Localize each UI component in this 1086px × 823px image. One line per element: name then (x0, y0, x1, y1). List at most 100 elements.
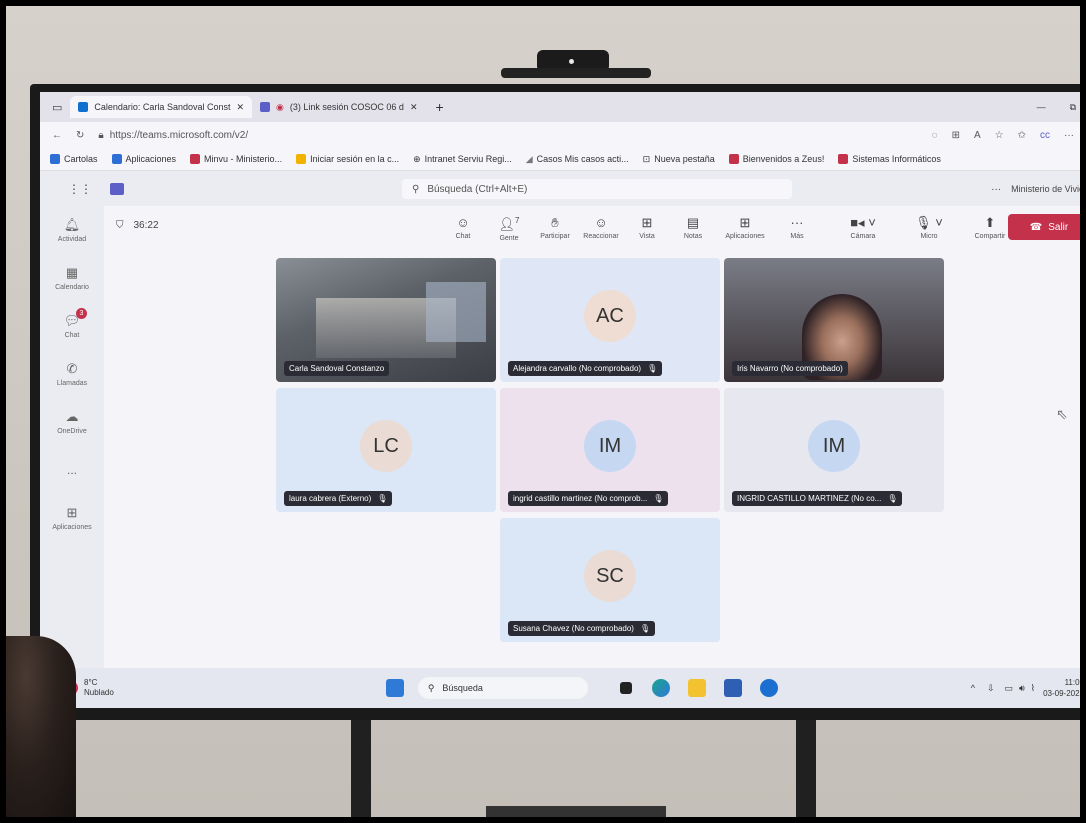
people-button[interactable]: 👤︎7 Gente (486, 214, 532, 241)
view-button[interactable]: ⊞ Vista (624, 215, 670, 241)
favorite-icon[interactable]: ☆ (995, 130, 1004, 141)
outlook-icon[interactable] (759, 679, 778, 697)
tab-calendar[interactable]: Calendario: Carla Sandoval Const ✕ (70, 96, 253, 118)
tab-teams[interactable]: ◉ (3) Link sesión COSOC 06 d ✕ (252, 96, 425, 118)
tab-title: Calendario: Carla Sandoval Const (94, 102, 231, 112)
raise-hand-button[interactable]: ✋︎ Participar (532, 216, 578, 241)
rail-more[interactable]: ... (40, 446, 104, 494)
favorites-list-icon[interactable]: ✩ (1018, 130, 1026, 141)
url-field[interactable]: 🔒︎ https://teams.microsoft.com/v2/ (98, 130, 248, 141)
avatar: IM (584, 420, 636, 472)
hangup-icon: ☎︎ (1029, 221, 1043, 233)
search-input[interactable]: ⚲ Búsqueda (Ctrl+Alt+E) (402, 179, 792, 199)
participant-name: laura cabrera (Externo) 🎙︎ (284, 491, 393, 506)
participant-name: Carla Sandoval Constanzo (284, 361, 390, 376)
volume-icon[interactable]: 🔊︎ (1019, 683, 1025, 694)
org-name[interactable]: Ministerio de Vivie (1011, 184, 1080, 194)
bookmark-item[interactable]: Sistemas Informáticos (838, 154, 941, 164)
edge-icon[interactable] (651, 679, 670, 697)
apps-icon[interactable]: ⊞ (952, 130, 960, 141)
display-icon[interactable]: ▭ (1004, 683, 1013, 694)
bookmark-item[interactable]: Iniciar sesión en la c... (296, 154, 399, 164)
back-icon[interactable]: ← (52, 130, 62, 141)
participant-tile[interactable]: IM ingrid castillo martinez (No comprob.… (500, 388, 720, 512)
bookmark-item[interactable]: ◢ Casos Mis casos acti... (526, 154, 629, 165)
participant-tile[interactable]: SC Susana Chavez (No comprobado) 🎙︎ (500, 518, 720, 642)
mic-icon: 🎙︎ ˅ (915, 215, 943, 230)
mic-muted-icon: 🎙︎ (377, 494, 388, 503)
participant-name: Iris Navarro (No comprobado) (732, 361, 848, 376)
rail-calendar[interactable]: ▦ Calendario (40, 254, 104, 302)
taskbar-search[interactable]: ⚲ Búsqueda (417, 677, 588, 699)
window-shape (426, 282, 486, 342)
extension-icon[interactable]: ◌ (932, 130, 938, 141)
store-icon[interactable] (723, 679, 742, 697)
window-menu-icon[interactable]: ▭ (52, 101, 62, 114)
settings-more-icon[interactable]: ··· (991, 184, 1001, 195)
mic-muted-icon: 🎙︎ (647, 364, 658, 373)
newtab-icon: ⊡ (642, 153, 651, 164)
task-view-icon[interactable] (619, 682, 632, 694)
teams-icon (260, 102, 271, 112)
video-tile[interactable]: Carla Sandoval Constanzo (276, 258, 496, 382)
avatar: SC (584, 550, 636, 602)
notes-button[interactable]: ▤ Notas (670, 216, 716, 241)
react-button[interactable]: ☺ Reaccionar (578, 216, 624, 241)
bookmark-item[interactable]: Minvu - Ministerio... (190, 154, 282, 164)
bookmark-item[interactable]: Cartolas (50, 154, 98, 164)
grid-icon: ⊞ (641, 215, 653, 230)
participant-name: ingrid castillo martinez (No comprob... 🎙… (508, 491, 669, 506)
bookmark-item[interactable]: Aplicaciones (111, 154, 176, 164)
windows-start-icon[interactable] (385, 679, 404, 697)
new-tab-icon[interactable]: + (435, 99, 443, 115)
folder-icon: ◢ (525, 153, 533, 164)
stand-base (486, 806, 666, 817)
restore-icon[interactable]: ⧉ (1070, 102, 1076, 113)
more-button[interactable]: ··· Más (774, 216, 820, 241)
leave-button[interactable]: ☎︎ Salir (1008, 214, 1080, 240)
close-icon[interactable]: ✕ (410, 102, 418, 113)
apps-button[interactable]: ⊞ Aplicaciones (716, 216, 774, 241)
network-icon[interactable]: ⌇ (1031, 683, 1035, 694)
outlook-icon (78, 102, 89, 112)
participant-name: Susana Chavez (No comprobado) 🎙︎ (508, 621, 656, 636)
video-tile[interactable]: Iris Navarro (No comprobado) (724, 258, 944, 382)
close-icon[interactable]: ✕ (236, 102, 244, 113)
bookmark-item[interactable]: ⊡ Nueva pestaña (643, 154, 715, 165)
app-launcher-icon[interactable]: ⋮⋮ (68, 182, 92, 196)
bookmark-item[interactable]: ⊕ Intranet Serviu Regi... (413, 154, 512, 165)
rail-activity[interactable]: 🔔︎ Actividad (40, 206, 104, 254)
clock[interactable]: 11:09 03-09-2025 (1043, 677, 1080, 699)
phone-icon: ✆ (66, 361, 78, 376)
more-icon[interactable]: ··· (1064, 130, 1074, 141)
bookmarks-bar: Cartolas Aplicaciones Minvu - Ministerio… (40, 148, 1080, 171)
chevron-up-icon[interactable]: ^ (971, 683, 975, 693)
camera-button[interactable]: ■◂ ˅ Cámara (830, 215, 896, 241)
bookmark-icon (111, 154, 122, 164)
camera-icon: ■◂ ˅ (850, 215, 876, 230)
windows-taskbar: 8°C Nublado ⚲ Búsqueda ^ ⇩ ▭ 🔊︎ ⌇ 11:0 0… (40, 668, 1080, 708)
read-aloud-icon[interactable]: A (974, 130, 981, 141)
plus-box-icon: ⊞ (66, 505, 78, 520)
file-explorer-icon[interactable] (687, 679, 706, 697)
search-icon: ⚲ (412, 183, 420, 195)
rail-apps[interactable]: ⊞ Aplicaciones (40, 494, 104, 542)
participant-tile[interactable]: IM INGRID CASTILLO MARTINEZ (No co... 🎙︎ (724, 388, 944, 512)
bell-icon: 🔔︎ (63, 217, 81, 232)
chat-button[interactable]: ☺︎ Chat (440, 216, 486, 241)
rail-chat[interactable]: 💬︎ 3 Chat (40, 302, 104, 350)
minimize-icon[interactable]: — (1037, 102, 1046, 112)
bookmark-item[interactable]: Bienvenidos a Zeus! (728, 154, 824, 164)
avatar: IM (808, 420, 860, 472)
webcam (501, 50, 651, 80)
participant-tile[interactable]: AC Alejandra carvallo (No comprobado) 🎙︎ (500, 258, 720, 382)
rail-onedrive[interactable]: ☁︎ OneDrive (40, 398, 104, 446)
refresh-icon[interactable]: ↻ (76, 130, 84, 141)
usb-icon[interactable]: ⇩ (987, 683, 995, 694)
copilot-icon[interactable]: cc (1040, 130, 1050, 141)
mic-button[interactable]: 🎙︎ ˅ Micro (896, 215, 962, 241)
bookmark-icon (728, 154, 739, 164)
globe-icon: ⊕ (413, 153, 421, 164)
rail-calls[interactable]: ✆ Llamadas (40, 350, 104, 398)
participant-tile[interactable]: LC laura cabrera (Externo) 🎙︎ (276, 388, 496, 512)
